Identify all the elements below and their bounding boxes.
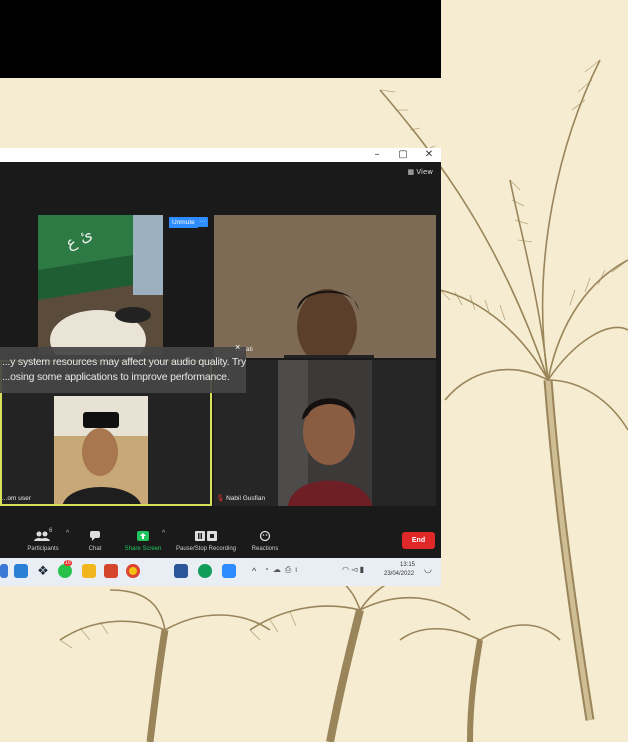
view-button[interactable]: ▦ View	[408, 168, 433, 176]
video-feed-image	[214, 215, 436, 358]
participants-button[interactable]: 6 Participants	[22, 526, 64, 552]
clock-date[interactable]: 23/04/2022	[384, 571, 414, 577]
mic-muted-icon: 🎙	[216, 495, 225, 502]
share-caret-button[interactable]: ^	[162, 530, 165, 537]
video-tile-top-left[interactable]: ئ ع	[38, 215, 163, 355]
warning-close-button[interactable]: ×	[235, 342, 240, 352]
participants-caret-button[interactable]: ^	[66, 530, 69, 537]
warning-line-1: ...y system resources may affect your au…	[2, 356, 247, 368]
chat-label: Chat	[88, 546, 102, 552]
pause-stop-recording-label: Pause/Stop Recording	[175, 546, 237, 552]
word-icon[interactable]	[174, 564, 188, 578]
minimize-button[interactable]: –	[366, 148, 388, 162]
video-feed-image	[278, 360, 372, 506]
chat-icon	[90, 531, 100, 541]
top-black-banner	[0, 0, 441, 78]
office-icon[interactable]	[104, 564, 118, 578]
edge-icon[interactable]	[198, 564, 212, 578]
file-explorer-icon[interactable]	[82, 564, 96, 578]
zoom-meeting-window: – ▢ ✕ ▦ View ئ ع Unmute ··· ...dayati	[0, 148, 441, 586]
wifi-volume-battery-icon[interactable]: ◠ ◅ ▮	[342, 565, 364, 574]
chat-button[interactable]: Chat	[80, 526, 110, 552]
system-tray-icons[interactable]: ◔☁⎙ι	[264, 565, 301, 575]
pause-stop-recording-button[interactable]: Pause/Stop Recording	[176, 526, 236, 552]
participant-name-label: ...om user	[2, 495, 31, 502]
meeting-toolbar: 6 Participants ^ Chat Share Screen ^ Pau…	[0, 526, 441, 558]
video-feed-image: ئ ع	[38, 215, 163, 355]
dropbox-icon[interactable]: ❖	[36, 564, 50, 578]
reactions-button[interactable]: Reactions	[248, 526, 282, 552]
window-titlebar: – ▢ ✕	[0, 148, 441, 162]
more-options-button[interactable]: ···	[197, 217, 208, 227]
notifications-icon[interactable]: ◡	[424, 564, 432, 575]
share-screen-button[interactable]: Share Screen	[120, 526, 166, 552]
reactions-label: Reactions	[251, 546, 279, 552]
zoom-taskbar-icon[interactable]	[222, 564, 236, 578]
windows-taskbar: ❖ 10 ^ ◔☁⎙ι ◠ ◅ ▮ 13:15 23/04/2022 ◡	[0, 558, 441, 586]
video-tile-top-right[interactable]: ...dayati	[214, 215, 436, 358]
close-button[interactable]: ✕	[418, 148, 440, 162]
system-resources-warning: ...y system resources may affect your au…	[0, 347, 246, 393]
tray-caret-button[interactable]: ^	[252, 566, 256, 576]
participants-label: Participants	[27, 546, 59, 552]
share-screen-label: Share Screen	[124, 546, 162, 552]
participant-name-label: 🎙 Nabil Gusfian	[216, 495, 266, 502]
taskbar-app-icon[interactable]	[0, 564, 8, 578]
whatsapp-icon[interactable]: 10	[58, 560, 72, 578]
warning-line-2: ...osing some applications to improve pe…	[2, 371, 230, 383]
maximize-button[interactable]: ▢	[392, 148, 414, 162]
reactions-icon	[259, 530, 271, 542]
share-screen-icon	[137, 531, 149, 541]
participants-count: 6	[49, 528, 53, 534]
unmute-button[interactable]: Unmute	[169, 217, 198, 228]
chrome-icon[interactable]	[126, 564, 140, 578]
end-meeting-button[interactable]: End	[402, 532, 435, 549]
clock-time[interactable]: 13:15	[400, 562, 415, 568]
notification-badge: 10	[64, 560, 72, 566]
video-tile-bottom-right[interactable]: 🎙 Nabil Gusfian	[214, 360, 436, 506]
pause-stop-icon	[195, 531, 217, 541]
mail-icon[interactable]	[14, 564, 28, 578]
